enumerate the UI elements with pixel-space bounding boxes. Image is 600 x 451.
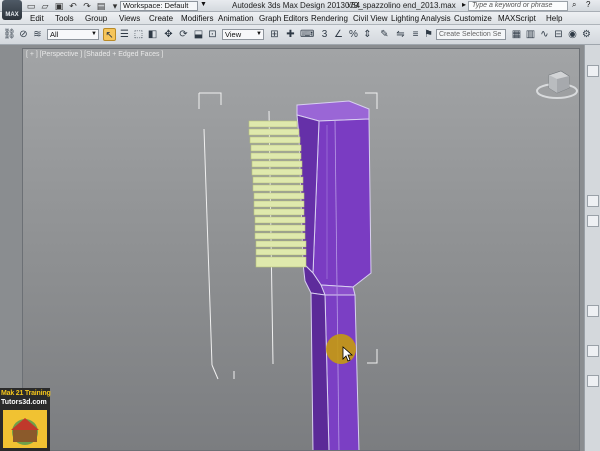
open-file-icon[interactable]: ▱ [40, 1, 50, 11]
selection-set-input[interactable]: Create Selection Se [436, 29, 506, 40]
select-object-icon[interactable]: ↖ [103, 28, 116, 41]
quick-access-toolbar: ▭ ▱ ▣ ↶ ↷ ▤ ▾ [26, 1, 120, 11]
menu-maxscript[interactable]: MAXScript [498, 13, 536, 24]
undo-icon[interactable]: ↶ [68, 1, 78, 11]
keyboard-shortcut-icon[interactable]: ⌨ [300, 28, 314, 41]
select-and-scale-icon[interactable]: ⬓ [192, 28, 205, 41]
app-title: Autodesk 3ds Max Design 2013 x64 [232, 1, 361, 10]
view-cube-icon [536, 70, 578, 99]
search-arrow-icon[interactable]: ▸ [462, 0, 466, 9]
reference-coordinate-dropdown[interactable]: View ▼ [222, 29, 264, 40]
menu-help[interactable]: Help [546, 13, 562, 24]
named-selection-icon[interactable]: ⚑ [422, 28, 435, 41]
menu-animation[interactable]: Animation [218, 13, 254, 24]
snaps-toggle-label: 3 [321, 29, 328, 40]
chevron-down-icon: ▼ [91, 31, 97, 37]
bind-space-warp-icon[interactable]: ≋ [31, 28, 44, 41]
main-toolbar: ⛓ ⊘ ≋ All ▼ ↖ ☰ ⬚ ◧ ✥ ⟳ ⬓ ⊡ View ▼ ⊞ ✚ ⌨… [0, 25, 600, 45]
align-icon[interactable]: ≡ [409, 28, 422, 41]
display-tab-icon[interactable] [587, 345, 599, 357]
workspace-dropdown-arrow-icon[interactable]: ▼ [200, 1, 207, 8]
menu-civil-view[interactable]: Civil View [353, 13, 388, 24]
redo-icon[interactable]: ↷ [82, 1, 92, 11]
menu-create[interactable]: Create [149, 13, 173, 24]
select-and-link-icon[interactable]: ⛓ [3, 28, 16, 41]
material-editor-icon[interactable]: ◉ [566, 28, 579, 41]
percent-snap-icon[interactable]: % [347, 28, 360, 41]
pivot-center-icon[interactable]: ⊞ [268, 28, 281, 41]
selection-filter-dropdown[interactable]: All ▼ [47, 29, 99, 40]
menu-group[interactable]: Group [85, 13, 107, 24]
workspace-dropdown[interactable]: Workspace: Default [120, 1, 198, 11]
scale-flyout-icon[interactable]: ⊡ [206, 28, 219, 41]
new-file-icon[interactable]: ▭ [26, 1, 36, 11]
layer-manager-icon[interactable]: ▦ [510, 28, 523, 41]
file-name: 079_spazzolino end_2013.max [345, 1, 456, 10]
select-by-name-icon[interactable]: ☰ [118, 28, 131, 41]
watermark-line2: Tutors3d.com [1, 399, 47, 406]
create-tab-icon[interactable] [587, 65, 599, 77]
menu-bar: Edit Tools Group Views Create Modifiers … [0, 12, 600, 25]
toothbrush-handle [296, 100, 372, 450]
select-manipulate-icon[interactable]: ✚ [284, 28, 297, 41]
help-icon[interactable]: ? [586, 0, 590, 9]
selection-filter-value: All [50, 30, 59, 39]
menu-rendering[interactable]: Rendering [311, 13, 348, 24]
menu-modifiers[interactable]: Modifiers [181, 13, 213, 24]
menu-tools[interactable]: Tools [55, 13, 74, 24]
curve-editor-icon[interactable]: ∿ [538, 28, 551, 41]
project-folder-icon[interactable]: ▤ [96, 1, 106, 11]
rectangular-selection-icon[interactable]: ⬚ [132, 28, 145, 41]
search-input[interactable]: Type a keyword or phrase [468, 1, 568, 11]
window-crossing-icon[interactable]: ◧ [146, 28, 159, 41]
left-strip [0, 45, 22, 395]
perspective-viewport[interactable]: [ + ] [Perspective ] [Shaded + Edged Fac… [22, 48, 580, 451]
quick-access-dropdown-icon[interactable]: ▾ [110, 1, 120, 11]
unlink-icon[interactable]: ⊘ [17, 28, 30, 41]
mirror-icon[interactable]: ⇋ [394, 28, 407, 41]
spinner-snap-icon[interactable]: ⇕ [361, 28, 374, 41]
select-and-rotate-icon[interactable]: ⟳ [177, 28, 190, 41]
reference-coordinate-value: View [225, 30, 242, 39]
motion-tab-icon[interactable] [587, 305, 599, 317]
snaps-toggle-icon[interactable]: 3 [318, 28, 331, 41]
watermark-picture-icon [3, 410, 47, 448]
menu-views[interactable]: Views [119, 13, 140, 24]
chevron-down-icon: ▼ [256, 31, 262, 37]
render-setup-icon[interactable]: ⚙ [580, 28, 593, 41]
schematic-view-icon[interactable]: ⊟ [552, 28, 565, 41]
title-bar: MAX ▭ ▱ ▣ ↶ ↷ ▤ ▾ Workspace: Default ▼ A… [0, 0, 600, 20]
command-panel [584, 45, 600, 451]
menu-lighting-analysis[interactable]: Lighting Analysis [391, 13, 451, 24]
app-logo-text: MAX [5, 12, 19, 18]
watermark-logo: Mak 21 Training Tutors3d.com [0, 388, 51, 451]
cursor-highlight [326, 334, 356, 364]
angle-snap-icon[interactable]: ∠ [332, 28, 345, 41]
menu-edit[interactable]: Edit [30, 13, 44, 24]
toothbrush-bristles [248, 120, 307, 268]
search-binoculars-icon[interactable]: ⌕ [572, 0, 576, 10]
watermark-line1: Mak 21 Training [1, 390, 51, 397]
select-and-move-icon[interactable]: ✥ [162, 28, 175, 41]
hierarchy-tab-icon[interactable] [587, 215, 599, 227]
menu-graph-editors[interactable]: Graph Editors [259, 13, 308, 24]
graphite-toggle-icon[interactable]: ▥ [524, 28, 537, 41]
modify-tab-icon[interactable] [587, 195, 599, 207]
edit-named-selection-icon[interactable]: ✎ [378, 28, 391, 41]
app-logo-icon[interactable]: MAX [2, 0, 22, 20]
utilities-tab-icon[interactable] [587, 375, 599, 387]
save-file-icon[interactable]: ▣ [54, 1, 64, 11]
menu-customize[interactable]: Customize [454, 13, 492, 24]
scene-canvas[interactable] [23, 49, 580, 451]
